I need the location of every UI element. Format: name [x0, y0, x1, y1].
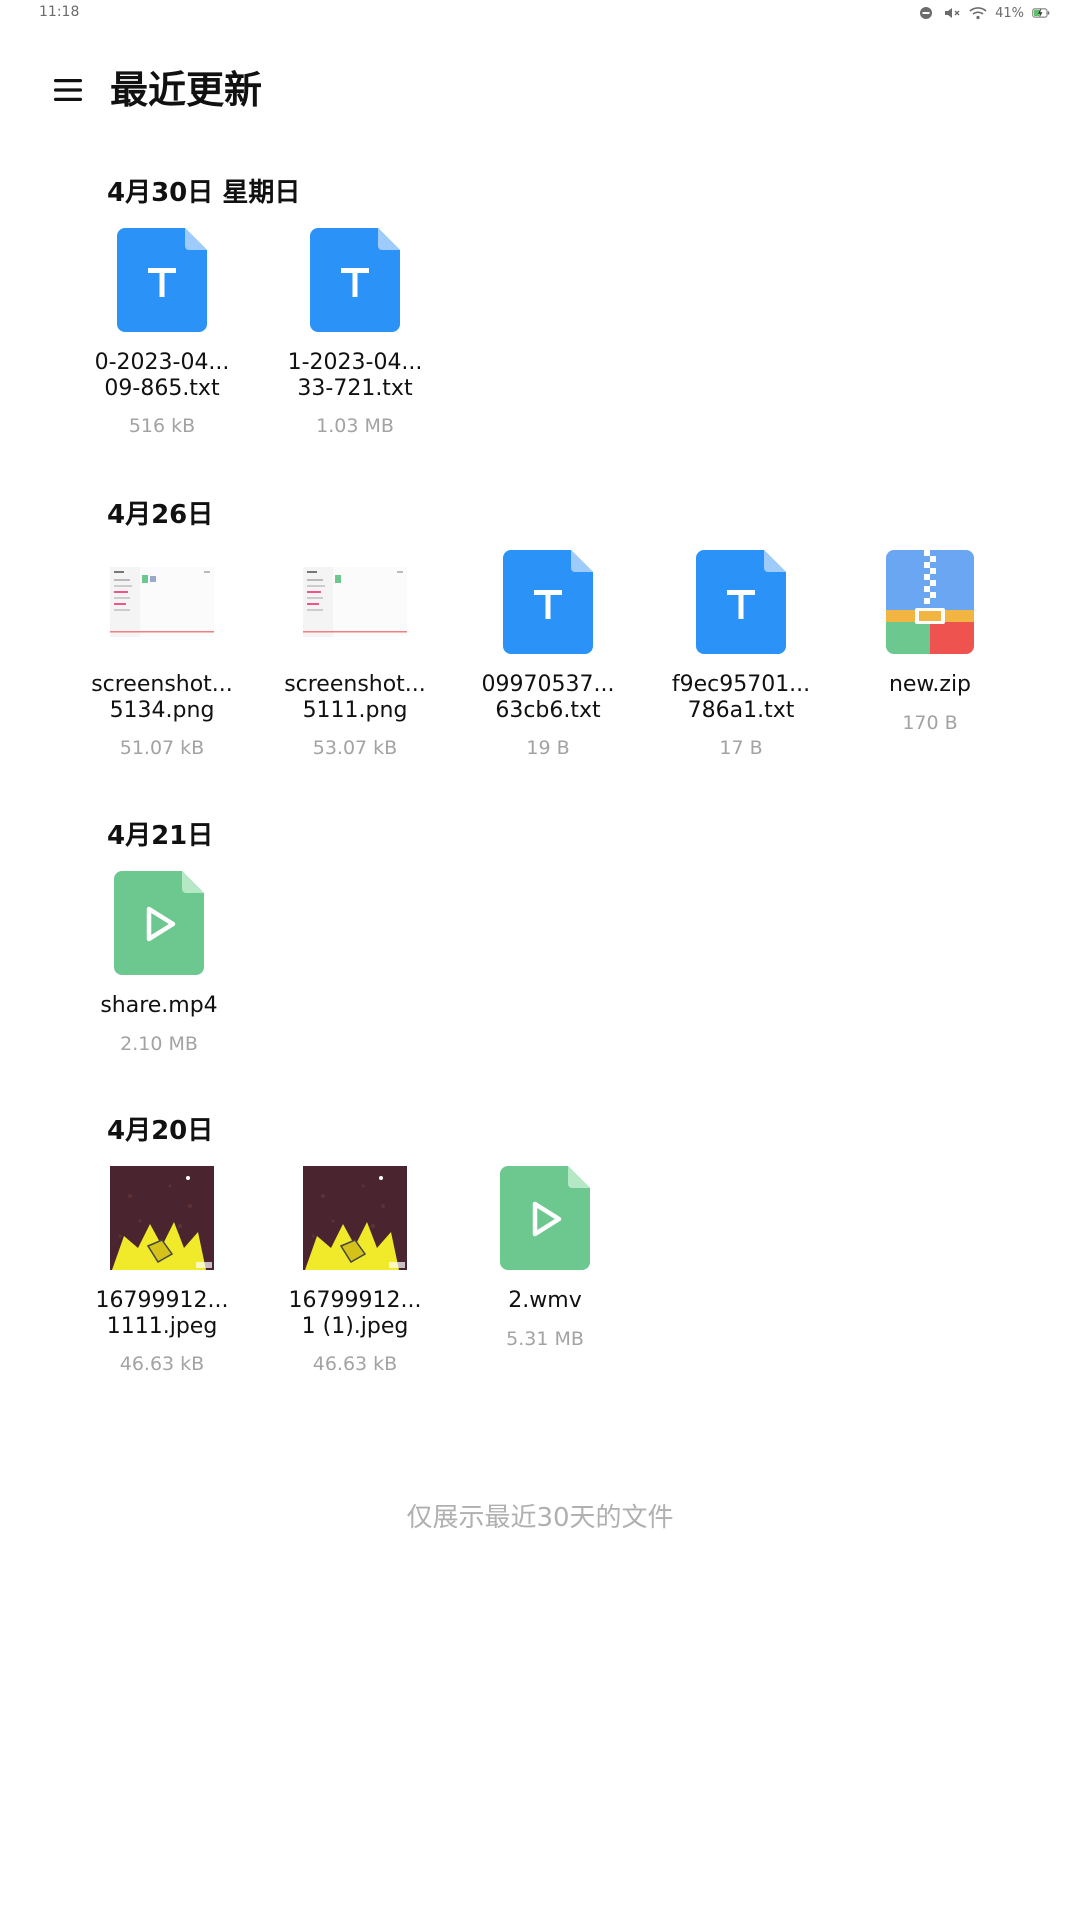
file-name: 16799912... 1111.jpeg	[95, 1288, 229, 1339]
file-size: 516 kB	[128, 415, 196, 437]
file-size: 53.07 kB	[312, 737, 398, 759]
file-size: 170 B	[902, 712, 958, 734]
file-item[interactable]: 16799912... 1111.jpeg 46.63 kB	[77, 1163, 247, 1403]
file-name: 1-2023-04... 33-721.txt	[287, 350, 423, 401]
file-name: new.zip	[888, 672, 972, 697]
text-file-icon	[107, 225, 217, 335]
file-name: 09970537... 63cb6.txt	[481, 672, 615, 723]
file-item[interactable]: share.mp4 2.10 MB	[74, 868, 244, 1108]
app-header: 最近更新	[0, 60, 1080, 120]
group-date: 4月21日	[107, 821, 214, 851]
file-item[interactable]: 09970537... 63cb6.txt 19 B	[463, 547, 633, 787]
footer-note: 仅展示最近30天的文件	[406, 1503, 674, 1533]
text-file-icon	[300, 225, 410, 335]
file-size: 1.03 MB	[316, 415, 394, 437]
file-item[interactable]: screenshot... 5134.png 51.07 kB	[77, 547, 247, 787]
file-name: share.mp4	[100, 993, 218, 1018]
file-name: screenshot... 5134.png	[91, 672, 233, 723]
battery-charging-icon	[1032, 4, 1050, 22]
file-size: 2.10 MB	[120, 1033, 198, 1055]
file-item[interactable]: f9ec95701... 786a1.txt 17 B	[656, 547, 826, 787]
file-item[interactable]: 2.wmv 5.31 MB	[460, 1163, 630, 1403]
group-date: 4月26日	[107, 500, 214, 530]
file-item[interactable]: new.zip 170 B	[845, 547, 1015, 787]
file-size: 46.63 kB	[119, 1353, 205, 1375]
wifi-icon	[969, 4, 987, 22]
file-size: 17 B	[719, 737, 763, 759]
do-not-disturb-icon	[917, 4, 935, 22]
image-thumbnail	[300, 1163, 410, 1273]
status-icons: 41%	[917, 3, 1050, 23]
file-name: screenshot... 5111.png	[284, 672, 426, 723]
status-time: 11:18	[39, 4, 80, 20]
video-file-icon	[104, 868, 214, 978]
file-name: 2.wmv	[508, 1288, 582, 1313]
file-name: 16799912... 1 (1).jpeg	[288, 1288, 422, 1339]
menu-icon[interactable]	[48, 70, 88, 110]
page-title: 最近更新	[110, 68, 263, 112]
video-file-icon	[490, 1163, 600, 1273]
screenshot-thumbnail	[300, 547, 410, 657]
file-item[interactable]: 16799912... 1 (1).jpeg 46.63 kB	[270, 1163, 440, 1403]
file-size: 19 B	[526, 737, 570, 759]
zip-file-icon	[875, 547, 985, 657]
file-size: 46.63 kB	[312, 1353, 398, 1375]
file-size: 51.07 kB	[119, 737, 205, 759]
screenshot-thumbnail	[107, 547, 217, 657]
battery-percent: 41%	[995, 5, 1024, 21]
mute-icon	[943, 4, 961, 22]
file-item[interactable]: screenshot... 5111.png 53.07 kB	[270, 547, 440, 787]
file-name: 0-2023-04... 09-865.txt	[94, 350, 230, 401]
status-bar: 11:18 41%	[0, 0, 1080, 26]
text-file-icon	[686, 547, 796, 657]
file-name: f9ec95701... 786a1.txt	[671, 672, 811, 723]
file-item[interactable]: 1-2023-04... 33-721.txt 1.03 MB	[270, 225, 440, 465]
text-file-icon	[493, 547, 603, 657]
group-date: 4月20日	[107, 1116, 214, 1146]
file-item[interactable]: 0-2023-04... 09-865.txt 516 kB	[77, 225, 247, 465]
file-size: 5.31 MB	[506, 1328, 584, 1350]
group-date: 4月30日 星期日	[107, 178, 301, 208]
image-thumbnail	[107, 1163, 217, 1273]
